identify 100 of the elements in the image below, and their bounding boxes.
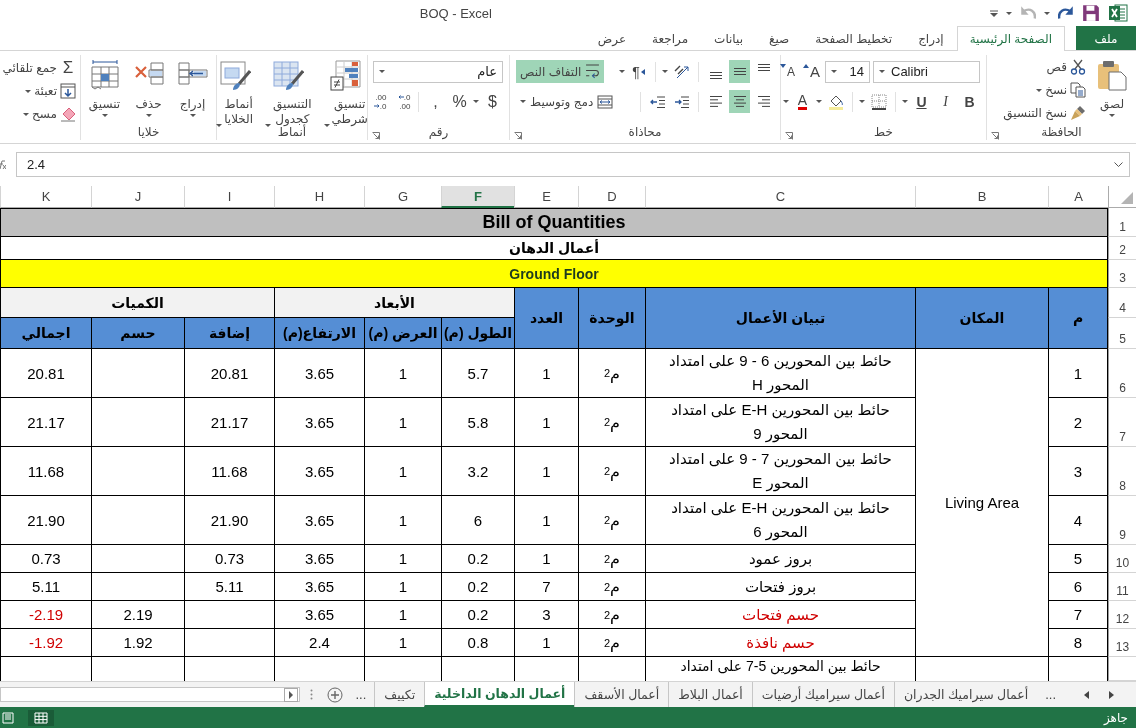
column-heading: العرض (م) [364, 318, 441, 349]
font-size-field[interactable]: 14 [825, 60, 870, 83]
sheet-tab[interactable]: أعمال الدهان الداخلية [424, 682, 575, 707]
font-name-field[interactable]: Calibri [873, 60, 980, 83]
function-icon[interactable] [0, 159, 6, 170]
left-triangle-icon [640, 68, 645, 75]
table-cell: 1 [514, 545, 578, 573]
table-cell: 0.73 [184, 545, 274, 573]
caret-icon [816, 100, 822, 103]
add-sheet-icon[interactable] [327, 686, 344, 703]
row-header[interactable]: 12 [1108, 601, 1136, 629]
up-triangle-icon [803, 64, 809, 68]
table-cell: 3.65 [274, 447, 364, 496]
format-as-table-button[interactable]: التنسيق كجدول [263, 57, 314, 127]
table-cell: 6 [1048, 573, 1108, 601]
merge-cells-icon [597, 94, 614, 109]
row-header[interactable]: 8 [1108, 447, 1136, 496]
column-heading: المكان [915, 288, 1048, 349]
table-cell: 1 [364, 601, 441, 629]
row-header[interactable]: 11 [1108, 573, 1136, 601]
dialog-launcher-icon[interactable] [514, 132, 522, 140]
insert-cells-button[interactable]: إدراج [174, 57, 211, 117]
ribbon-tab[interactable]: ملف [1076, 26, 1136, 50]
align-center-button[interactable] [729, 90, 750, 113]
excel-logo-icon[interactable] [1108, 3, 1128, 23]
cut-button[interactable]: قص [1001, 56, 1088, 78]
row-header[interactable]: 6 [1108, 349, 1136, 398]
column-heading: الطول (م) [441, 318, 514, 349]
more-sheets-button[interactable]: ... [1037, 682, 1064, 707]
delete-cells-button[interactable]: حذف [130, 57, 167, 117]
paste-button[interactable]: لصق [1094, 55, 1130, 117]
customize-toolbar-icon[interactable] [990, 9, 998, 17]
more-sheets-button[interactable]: ... [347, 682, 375, 707]
table-cell: 11.68 [0, 447, 91, 496]
underline-button[interactable]: U [911, 90, 932, 113]
row-header[interactable]: 9 [1108, 496, 1136, 545]
save-icon[interactable] [1082, 4, 1100, 22]
fill-button[interactable]: تعبئة [23, 80, 78, 102]
comma-style-button[interactable]: , [425, 90, 446, 113]
caret-icon [323, 124, 330, 127]
caret-icon [1044, 11, 1050, 15]
italic-button[interactable]: I [935, 90, 956, 113]
window-title: BOQ - Excel [419, 5, 492, 21]
row-header[interactable]: 10 [1108, 545, 1136, 573]
bold-button[interactable]: B [959, 90, 980, 113]
table-cell: 8 [1048, 629, 1108, 657]
align-middle-button[interactable] [729, 60, 750, 83]
font-color-button[interactable]: A [792, 90, 813, 113]
dialog-launcher-icon[interactable] [372, 132, 380, 140]
ribbon-tab[interactable]: الصفحة الرئيسية [956, 26, 1065, 51]
table-cell: 3.65 [274, 573, 364, 601]
scroll-right-triangle-icon[interactable] [1109, 690, 1114, 699]
table-cell: 0.8 [441, 629, 514, 657]
cell-styles-button[interactable]: أنماط الخلايا [214, 57, 256, 127]
increase-decimal-button[interactable]: .0 .00 [391, 90, 412, 113]
text-direction-button[interactable]: ¶ [628, 60, 649, 83]
ribbon-tab[interactable]: تخطيط الصفحة [802, 26, 906, 51]
clear-button[interactable]: مسح [21, 103, 78, 125]
column-heading: الارتفاع(م) [274, 318, 364, 349]
table-cell: 0.73 [0, 545, 91, 573]
column-heading: م [1048, 288, 1108, 349]
ribbon-tab[interactable]: عرض [584, 26, 640, 51]
row-header[interactable]: 7 [1108, 398, 1136, 447]
align-top-icon [757, 64, 770, 71]
grow-font-button[interactable]: A [801, 60, 822, 83]
borders-icon [870, 93, 887, 110]
ribbon-tab[interactable]: بيانات [701, 26, 756, 51]
row-header[interactable]: 2 [1108, 237, 1136, 260]
merge-center-button[interactable]: دمج وتوسيط [516, 90, 618, 113]
table-cell: 0.2 [441, 601, 514, 629]
format-painter-button[interactable]: نسخ التنسيق [1001, 102, 1088, 124]
percent-button[interactable]: % [449, 90, 470, 113]
ribbon-tab[interactable]: صيغ [756, 26, 803, 51]
formula-input[interactable]: 2.4 [16, 152, 1130, 177]
table-cell: 6 [441, 496, 514, 545]
vertical-dots-icon[interactable] [310, 689, 314, 700]
format-cells-button[interactable]: تنسيق [86, 57, 123, 117]
currency-button[interactable]: $ [482, 90, 503, 113]
wrap-text-button[interactable]: التفاف النص [516, 60, 605, 83]
ribbon-tab[interactable]: مراجعة [639, 26, 702, 51]
number-format-field[interactable]: عام [373, 60, 503, 83]
scroll-left-triangle-icon[interactable] [1084, 690, 1089, 699]
table-cell: 2.4 [274, 629, 364, 657]
row-header[interactable]: 13 [1108, 629, 1136, 657]
conditional-formatting-button[interactable]: تنسيق شرطي [321, 57, 370, 127]
copy-icon [1070, 82, 1086, 98]
page-view-icon[interactable] [2, 712, 14, 724]
ribbon-tab[interactable]: إدراج [905, 26, 957, 51]
decrease-decimal-button[interactable]: .00 .0 [367, 90, 388, 113]
shrink-font-button[interactable]: A [777, 60, 798, 83]
grid-view-icon[interactable] [28, 710, 54, 726]
dialog-launcher-icon[interactable] [991, 132, 999, 140]
down-triangle-icon [780, 64, 786, 68]
copy-button[interactable]: نسخ [1001, 79, 1088, 101]
horizontal-scrollbar[interactable] [0, 687, 301, 702]
table-cell: 11.68 [184, 447, 274, 496]
dialog-launcher-icon[interactable] [785, 132, 793, 140]
column-header[interactable]: F [441, 186, 514, 208]
left-arrow-icon [397, 95, 404, 99]
redo-icon[interactable] [1058, 6, 1074, 20]
